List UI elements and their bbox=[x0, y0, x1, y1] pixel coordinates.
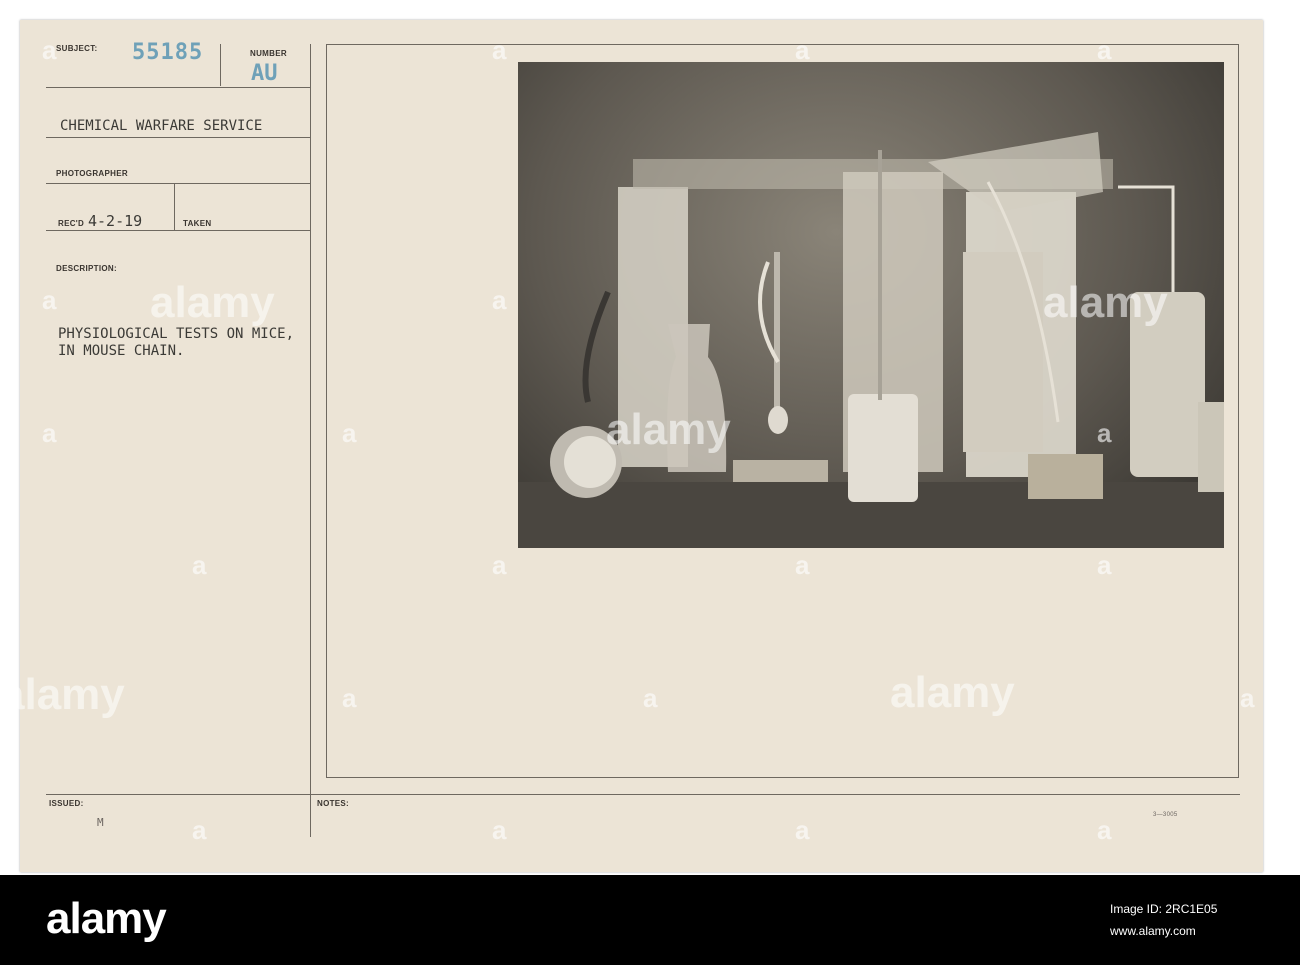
column-divider bbox=[310, 44, 311, 837]
issued-label: ISSUED: bbox=[49, 799, 84, 808]
frame-left bbox=[326, 44, 327, 778]
watermark-marker: a bbox=[192, 550, 207, 580]
watermark-marker: a bbox=[1240, 683, 1255, 713]
watermark-marker: a bbox=[42, 35, 57, 65]
watermark-marker: a bbox=[1097, 418, 1112, 448]
rule-3 bbox=[46, 183, 310, 184]
watermark-marker: a bbox=[1097, 815, 1112, 845]
form-code: 3—3005 bbox=[1153, 812, 1178, 818]
watermark-marker: a bbox=[492, 815, 507, 845]
number-label: NUMBER bbox=[250, 49, 287, 58]
subject-number: 55185 bbox=[132, 40, 204, 65]
watermark-marker: a bbox=[795, 550, 810, 580]
watermark-marker: a bbox=[342, 418, 357, 448]
watermark-marker: a bbox=[795, 35, 810, 65]
watermark-text: alamy bbox=[150, 278, 275, 327]
header-divider bbox=[220, 44, 221, 86]
watermark-marker: a bbox=[42, 285, 57, 315]
watermark-marker: a bbox=[492, 550, 507, 580]
watermark-text: alamy bbox=[0, 670, 125, 719]
stock-footer bbox=[0, 875, 1300, 965]
bottom-rule bbox=[46, 794, 1240, 795]
frame-right bbox=[1238, 44, 1239, 778]
watermark-marker: a bbox=[643, 683, 658, 713]
watermark-marker: a bbox=[192, 815, 207, 845]
watermark-marker: a bbox=[795, 815, 810, 845]
recd-label: REC'D bbox=[58, 219, 85, 228]
description-label: DESCRIPTION: bbox=[56, 264, 117, 273]
watermark-text: alamy bbox=[606, 405, 731, 454]
watermark-text: alamy bbox=[890, 668, 1015, 717]
taken-label: TAKEN bbox=[183, 219, 212, 228]
watermark-marker: a bbox=[342, 683, 357, 713]
rule-4 bbox=[46, 230, 310, 231]
frame-bottom bbox=[326, 777, 1239, 778]
service-name: CHEMICAL WARFARE SERVICE bbox=[60, 118, 263, 134]
description-line-1: PHYSIOLOGICAL TESTS ON MICE, bbox=[58, 326, 295, 342]
watermark-marker: a bbox=[1097, 550, 1112, 580]
watermark-marker: a bbox=[492, 285, 507, 315]
date-divider bbox=[174, 183, 175, 230]
site-url[interactable]: www.alamy.com bbox=[1110, 920, 1217, 942]
issued-mark: M bbox=[97, 816, 104, 829]
watermark-text: alamy bbox=[1043, 278, 1168, 327]
notes-label: NOTES: bbox=[317, 799, 350, 808]
watermark-marker: a bbox=[42, 418, 57, 448]
watermark-marker: a bbox=[492, 35, 507, 65]
image-id: Image ID: 2RC1E05 bbox=[1110, 902, 1218, 916]
rule-2 bbox=[46, 137, 310, 138]
photographer-label: PHOTOGRAPHER bbox=[56, 169, 128, 178]
watermark-marker: a bbox=[1097, 35, 1112, 65]
footer-info: Image ID: 2RC1E05 www.alamy.com bbox=[1110, 898, 1217, 942]
subject-label: SUBJECT: bbox=[56, 44, 98, 53]
alamy-logo: alamy bbox=[46, 894, 167, 943]
description-line-2: IN MOUSE CHAIN. bbox=[58, 343, 185, 359]
number-value: AU bbox=[251, 61, 278, 86]
rule-1 bbox=[46, 87, 310, 88]
recd-date: 4-2-19 bbox=[88, 212, 143, 230]
